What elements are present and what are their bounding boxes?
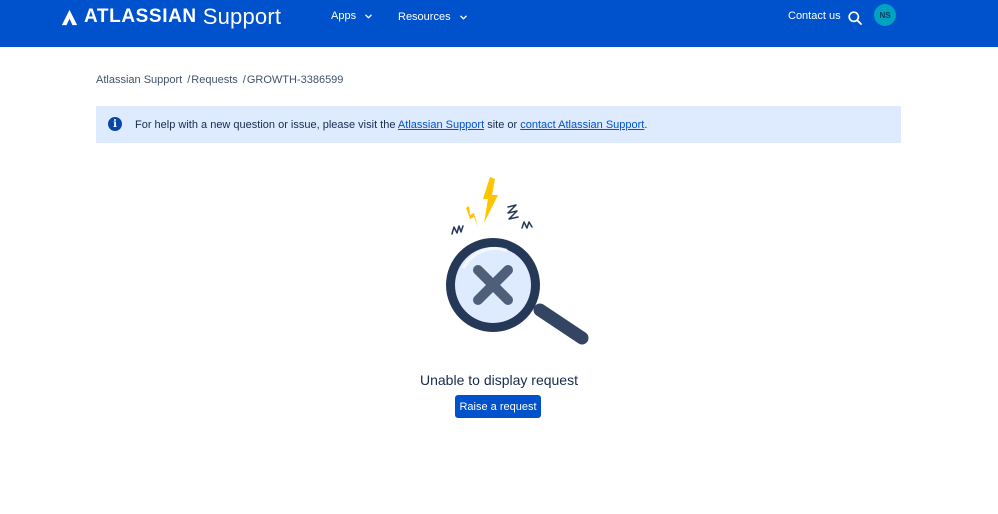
atlassian-logo-icon [61,9,78,25]
search-icon[interactable] [847,10,863,26]
banner-text-after: . [644,119,648,131]
nav-apps-menu[interactable]: Apps [331,10,372,22]
product-name: Support [202,4,282,29]
atlassian-support-link[interactable]: Atlassian Support [398,119,484,131]
breadcrumb-requests[interactable]: Requests [191,74,237,86]
squiggle-left-icon [451,225,464,235]
lightning-bolt-small-icon [466,206,478,227]
contact-atlassian-support-link[interactable]: contact Atlassian Support [520,119,644,131]
squiggle-small-icon [521,221,533,229]
breadcrumb: Atlassian Support / Requests / GROWTH-33… [96,74,343,86]
lightning-bolt-large-icon [483,177,498,223]
magnifier-x-icon [446,177,589,345]
breadcrumb-separator: / [242,74,246,86]
user-avatar[interactable]: NS [874,4,896,26]
breadcrumb-separator: / [187,74,191,86]
brand-wordmark: ATLASSIAN [84,6,197,27]
squiggle-right-icon [507,204,519,220]
nav-apps-label: Apps [331,10,357,22]
breadcrumb-request-key[interactable]: GROWTH-3386599 [247,74,344,86]
nav-resources-label: Resources [398,11,451,23]
banner-text-middle: site or [484,119,521,131]
info-banner: i For help with a new question or issue,… [96,106,901,143]
info-banner-message: For help with a new question or issue, p… [135,119,647,131]
info-icon: i [108,117,122,131]
nav-resources-menu[interactable]: Resources [398,11,467,23]
top-navigation-bar: ATLASSIAN Support Apps Resources Contact… [0,0,998,47]
banner-text-before: For help with a new question or issue, p… [135,119,398,131]
breadcrumb-atlassian-support[interactable]: Atlassian Support [96,74,182,86]
chevron-down-icon [365,13,372,19]
raise-request-button[interactable]: Raise a request [455,395,541,418]
atlassian-support-logo[interactable]: ATLASSIAN Support [61,4,282,29]
contact-us-link[interactable]: Contact us [788,10,841,22]
empty-state-title: Unable to display request [420,372,578,388]
chevron-down-icon [459,14,467,20]
